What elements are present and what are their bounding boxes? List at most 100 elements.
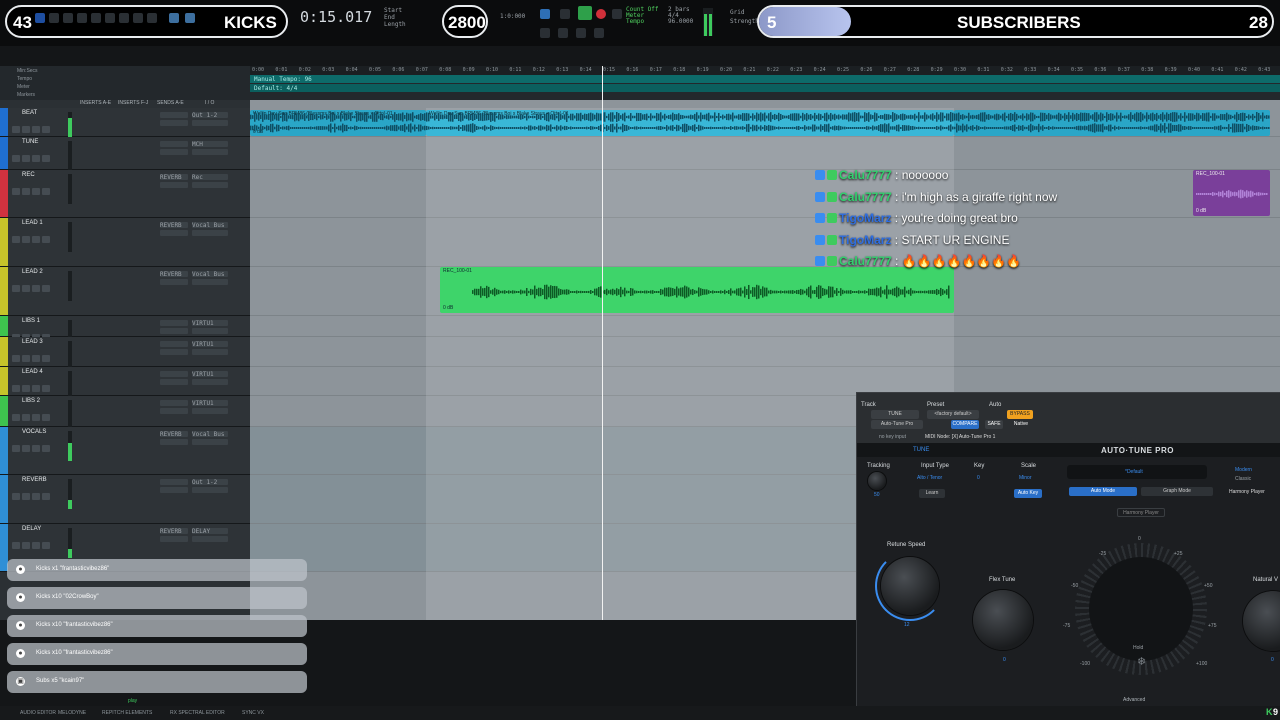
track-name[interactable]: LEAD 4 <box>22 369 43 375</box>
learn-button[interactable]: Learn <box>919 489 945 498</box>
input-monitor-button[interactable] <box>22 385 30 392</box>
solo-button[interactable] <box>32 155 40 162</box>
io-slots[interactable]: VIRTU1 <box>192 400 228 426</box>
track-header[interactable]: LIBS 1 VIRTU1 <box>0 316 250 350</box>
input-monitor-button[interactable] <box>22 236 30 243</box>
playhead[interactable] <box>602 66 603 620</box>
output-select[interactable]: Out 1-2 <box>192 112 228 119</box>
io-slots[interactable]: Out 1-2 <box>192 112 228 138</box>
track-name[interactable]: LIBS 2 <box>22 398 40 404</box>
forward-icon[interactable] <box>576 28 586 38</box>
track-buttons[interactable] <box>12 328 60 341</box>
output-select[interactable]: VIRTU1 <box>192 371 228 378</box>
input-monitor-button[interactable] <box>22 445 30 452</box>
send-slot[interactable]: REVERB <box>160 431 188 438</box>
modern-radio[interactable]: Modern <box>1235 467 1252 473</box>
input-monitor-button[interactable] <box>22 542 30 549</box>
audio-editor-tab[interactable]: AUDIO EDITOR <box>20 710 56 716</box>
scale-select[interactable]: Minor <box>1019 475 1032 481</box>
preset-select[interactable]: <factory default> <box>927 410 979 419</box>
mute-button[interactable] <box>42 542 50 549</box>
send-slot[interactable] <box>160 479 188 485</box>
send-slots[interactable]: REVERB <box>160 174 188 200</box>
output-select[interactable]: Out 1-2 <box>192 479 228 486</box>
mute-button[interactable] <box>42 355 50 362</box>
rewind-icon[interactable] <box>540 28 550 38</box>
output-select[interactable]: Vocal Bus <box>192 222 228 229</box>
mute-button[interactable] <box>42 493 50 500</box>
track-name[interactable]: REC <box>22 172 35 178</box>
stop-icon[interactable] <box>560 9 570 19</box>
track-header[interactable]: VOCALS REVERB Vocal Bus <box>0 427 250 475</box>
track-header[interactable]: LIBS 2 VIRTU1 <box>0 396 250 430</box>
output-select[interactable]: VIRTU1 <box>192 320 228 327</box>
io-slots[interactable]: DELAY <box>192 528 228 554</box>
rec-enable-button[interactable] <box>12 285 20 292</box>
rec-enable-button[interactable] <box>12 126 20 133</box>
send-slots[interactable]: REVERB <box>160 528 188 554</box>
solo-button[interactable] <box>32 414 40 421</box>
track-name[interactable]: LEAD 3 <box>22 339 43 345</box>
send-slots[interactable]: REVERB <box>160 271 188 297</box>
io-slots[interactable]: VIRTU1 <box>192 371 228 397</box>
track-name[interactable]: LIBS 1 <box>22 318 40 324</box>
track-buttons[interactable] <box>12 379 60 392</box>
io-slots[interactable]: Vocal Bus <box>192 431 228 457</box>
tune-tab[interactable]: TUNE <box>913 447 929 453</box>
send-slot[interactable]: REVERB <box>160 174 188 181</box>
send-slot[interactable] <box>160 141 188 147</box>
track-name[interactable]: TUNE <box>22 139 38 145</box>
solo-button[interactable] <box>32 285 40 292</box>
track-buttons[interactable] <box>12 536 60 549</box>
rec-enable-button[interactable] <box>12 445 20 452</box>
rec-enable-button[interactable] <box>12 414 20 421</box>
track-header[interactable]: LEAD 3 VIRTU1 <box>0 337 250 371</box>
track-header[interactable]: LEAD 1 REVERB Vocal Bus <box>0 218 250 267</box>
meter-ruler[interactable]: Default: 4/4 <box>250 84 1280 92</box>
mute-button[interactable] <box>42 188 50 195</box>
track-buttons[interactable] <box>12 149 60 162</box>
rec-enable-button[interactable] <box>12 355 20 362</box>
io-slots[interactable]: MCH <box>192 141 228 167</box>
rx-spectral-editor-tab[interactable]: RX SPECTRAL EDITOR <box>170 710 225 716</box>
track-name[interactable]: DELAY <box>22 526 41 532</box>
rec-enable-button[interactable] <box>12 493 20 500</box>
output-select[interactable]: VIRTU1 <box>192 400 228 407</box>
back-icon[interactable] <box>558 28 568 38</box>
track-buttons[interactable] <box>12 439 60 452</box>
solo-button[interactable] <box>32 188 40 195</box>
input-monitor-button[interactable] <box>22 285 30 292</box>
strength-label[interactable]: Strength <box>730 17 759 26</box>
track-name[interactable]: VOCALS <box>22 429 46 435</box>
mute-button[interactable] <box>42 285 50 292</box>
tempo-ruler[interactable]: Manual Tempo: 96 <box>250 75 1280 83</box>
repitch-elements-tab[interactable]: REPITCH ELEMENTS <box>102 710 152 716</box>
output-select[interactable]: VIRTU1 <box>192 341 228 348</box>
input-monitor-button[interactable] <box>22 493 30 500</box>
send-slots[interactable] <box>160 112 188 138</box>
rec-enable-button[interactable] <box>12 236 20 243</box>
track-name[interactable]: LEAD 2 <box>22 269 43 275</box>
input-type-select[interactable]: Alto / Tenor <box>917 475 942 481</box>
mute-button[interactable] <box>42 445 50 452</box>
fast-forward-icon[interactable] <box>594 28 604 38</box>
rec-enable-button[interactable] <box>12 542 20 549</box>
mute-button[interactable] <box>42 236 50 243</box>
send-slot[interactable]: REVERB <box>160 222 188 229</box>
solo-button[interactable] <box>32 126 40 133</box>
input-monitor-button[interactable] <box>22 188 30 195</box>
io-slots[interactable]: Vocal Bus <box>192 271 228 297</box>
mute-button[interactable] <box>42 126 50 133</box>
auto-mode-button[interactable]: Auto Mode <box>1069 487 1137 496</box>
rec-enable-button[interactable] <box>12 155 20 162</box>
send-slot[interactable] <box>160 112 188 118</box>
io-slots[interactable]: Out 1-2 <box>192 479 228 505</box>
io-slots[interactable]: Rec <box>192 174 228 200</box>
track-header[interactable]: LEAD 2 REVERB Vocal Bus <box>0 267 250 316</box>
solo-button[interactable] <box>32 355 40 362</box>
sync-vx-tab[interactable]: SYNC VX <box>242 710 264 716</box>
snowflake-icon[interactable]: ❄ <box>1137 655 1146 668</box>
send-slots[interactable] <box>160 479 188 505</box>
track-buttons[interactable] <box>12 408 60 421</box>
mute-button[interactable] <box>42 414 50 421</box>
